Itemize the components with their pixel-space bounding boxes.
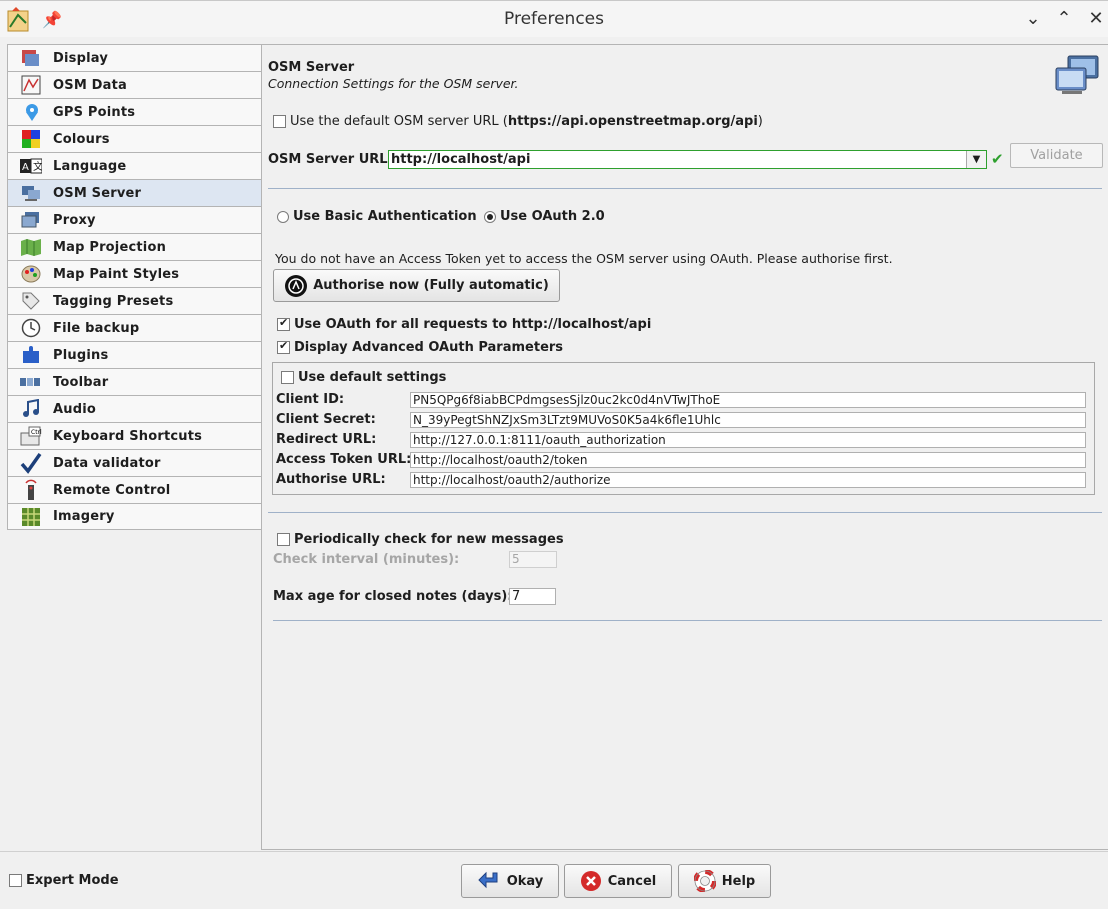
separator bbox=[268, 512, 1102, 513]
url-dropdown-button[interactable]: ▼ bbox=[966, 151, 986, 168]
default-url-checkbox[interactable] bbox=[273, 115, 286, 128]
default-settings-checkbox[interactable] bbox=[281, 371, 294, 384]
separator bbox=[273, 620, 1102, 621]
authorise-url-label: Authorise URL: bbox=[276, 472, 386, 487]
oauth2-radio[interactable] bbox=[484, 210, 496, 223]
minimize-icon[interactable]: ⌄ bbox=[1022, 8, 1044, 29]
sidebar-item-proxy[interactable]: Proxy bbox=[7, 206, 262, 233]
toolbar-icon bbox=[20, 372, 42, 392]
map-projection-icon bbox=[20, 237, 42, 257]
advanced-oauth-row[interactable]: Display Advanced OAuth Parameters bbox=[277, 339, 563, 355]
imagery-icon bbox=[20, 507, 42, 527]
preferences-sidebar: Display OSM Data GPS Points Colours A文 L… bbox=[7, 44, 262, 530]
window-title: Preferences bbox=[504, 9, 604, 29]
footer-divider bbox=[0, 851, 1108, 852]
client-id-field[interactable]: PN5QPg6f8iabBCPdmgsesSjlz0uc2kc0d4nVTwJT… bbox=[410, 392, 1086, 408]
client-id-label: Client ID: bbox=[276, 392, 345, 407]
chevron-down-icon: ▼ bbox=[972, 154, 981, 165]
periodic-check-row[interactable]: Periodically check for new messages bbox=[277, 532, 564, 547]
svg-text:Ctrl: Ctrl bbox=[31, 429, 42, 436]
section-title: OSM Server bbox=[268, 60, 355, 75]
sidebar-item-osm-data[interactable]: OSM Data bbox=[7, 71, 262, 98]
sidebar-item-imagery[interactable]: Imagery bbox=[7, 503, 262, 530]
periodic-check-checkbox[interactable] bbox=[277, 533, 290, 546]
oauth-all-requests-row[interactable]: Use OAuth for all requests to http://loc… bbox=[277, 316, 651, 332]
title-bar: 📌 Preferences ⌄ ⌃ ✕ bbox=[0, 0, 1108, 37]
expert-mode-checkbox[interactable] bbox=[9, 874, 22, 887]
oauth-notice: You do not have an Access Token yet to a… bbox=[275, 251, 893, 266]
sidebar-item-osm-server[interactable]: OSM Server bbox=[7, 179, 262, 206]
basic-auth-radio[interactable] bbox=[277, 210, 289, 223]
gps-points-icon bbox=[20, 102, 42, 122]
sidebar-item-tagging-presets[interactable]: Tagging Presets bbox=[7, 287, 262, 314]
sidebar-item-audio[interactable]: Audio bbox=[7, 395, 262, 422]
lifebuoy-icon bbox=[693, 870, 716, 892]
expert-mode-row[interactable]: Expert Mode bbox=[9, 873, 119, 888]
maximize-icon[interactable]: ⌃ bbox=[1053, 8, 1075, 29]
sidebar-item-file-backup[interactable]: File backup bbox=[7, 314, 262, 341]
section-description: Connection Settings for the OSM server. bbox=[268, 76, 519, 91]
audio-icon bbox=[20, 399, 42, 419]
okay-button[interactable]: Okay bbox=[461, 864, 559, 898]
default-url-checkbox-row[interactable]: Use the default OSM server URL (https://… bbox=[273, 114, 763, 129]
help-button[interactable]: Help bbox=[678, 864, 771, 898]
check-interval-label: Check interval (minutes): bbox=[273, 552, 460, 567]
colours-icon bbox=[20, 129, 42, 149]
sidebar-item-plugins[interactable]: Plugins bbox=[7, 341, 262, 368]
advanced-oauth-checkbox[interactable] bbox=[277, 339, 290, 354]
language-icon: A文 bbox=[20, 156, 42, 176]
osm-server-icon bbox=[20, 183, 42, 203]
authorise-url-field[interactable]: http://localhost/oauth2/authorize bbox=[410, 472, 1086, 488]
sidebar-item-gps-points[interactable]: GPS Points bbox=[7, 98, 262, 125]
keyboard-shortcuts-icon: Ctrl bbox=[20, 426, 42, 446]
default-settings-row[interactable]: Use default settings bbox=[281, 370, 446, 385]
file-backup-icon bbox=[20, 318, 42, 338]
check-interval-field[interactable]: 5 bbox=[509, 551, 557, 568]
sidebar-item-map-paint-styles[interactable]: Map Paint Styles bbox=[7, 260, 262, 287]
oauth-all-requests-checkbox[interactable] bbox=[277, 316, 290, 331]
map-paint-styles-icon bbox=[20, 264, 42, 284]
sidebar-item-remote-control[interactable]: Remote Control bbox=[7, 476, 262, 503]
redirect-url-field[interactable]: http://127.0.0.1:8111/oauth_authorizatio… bbox=[410, 432, 1086, 448]
sidebar-item-map-projection[interactable]: Map Projection bbox=[7, 233, 262, 260]
plugins-icon bbox=[20, 345, 42, 365]
close-icon[interactable]: ✕ bbox=[1085, 8, 1107, 29]
redirect-url-label: Redirect URL: bbox=[276, 432, 377, 447]
separator bbox=[268, 188, 1102, 189]
sidebar-item-toolbar[interactable]: Toolbar bbox=[7, 368, 262, 395]
sidebar-item-language[interactable]: A文 Language bbox=[7, 152, 262, 179]
okay-arrow-icon bbox=[478, 871, 498, 889]
cancel-button[interactable]: Cancel bbox=[564, 864, 672, 898]
access-token-url-field[interactable]: http://localhost/oauth2/token bbox=[410, 452, 1086, 468]
osm-server-url-input[interactable]: http://localhost/api bbox=[388, 150, 987, 169]
osm-data-icon bbox=[20, 75, 42, 95]
sidebar-item-keyboard-shortcuts[interactable]: Ctrl Keyboard Shortcuts bbox=[7, 422, 262, 449]
oauth2-radio-row[interactable]: Use OAuth 2.0 bbox=[484, 209, 605, 224]
validate-button[interactable]: Validate bbox=[1010, 143, 1103, 168]
svg-text:文: 文 bbox=[33, 160, 42, 173]
sidebar-item-colours[interactable]: Colours bbox=[7, 125, 262, 152]
sidebar-item-display[interactable]: Display bbox=[7, 44, 262, 71]
cancel-icon bbox=[580, 871, 601, 891]
client-secret-field[interactable]: N_39yPegtShNZJxSm3LTzt9MUVoS0K5a4k6fle1U… bbox=[410, 412, 1086, 428]
data-validator-icon bbox=[20, 452, 42, 474]
authorise-now-button[interactable]: Authorise now (Fully automatic) bbox=[273, 269, 560, 302]
osm-server-url-label: OSM Server URL: bbox=[268, 152, 393, 167]
proxy-icon bbox=[20, 210, 42, 230]
tagging-presets-icon bbox=[20, 291, 42, 311]
basic-auth-radio-row[interactable]: Use Basic Authentication bbox=[277, 209, 477, 224]
display-icon bbox=[20, 48, 42, 68]
max-age-label: Max age for closed notes (days): bbox=[273, 589, 513, 604]
osm-server-icon-large bbox=[1055, 55, 1099, 94]
svg-text:A: A bbox=[22, 162, 29, 173]
access-token-url-label: Access Token URL: bbox=[276, 452, 412, 467]
max-age-field[interactable]: 7 bbox=[509, 588, 556, 605]
remote-control-icon bbox=[20, 479, 42, 500]
client-secret-label: Client Secret: bbox=[276, 412, 376, 427]
oauth-icon bbox=[285, 274, 308, 297]
valid-check-icon: ✔ bbox=[991, 150, 1004, 168]
sidebar-item-data-validator[interactable]: Data validator bbox=[7, 449, 262, 476]
